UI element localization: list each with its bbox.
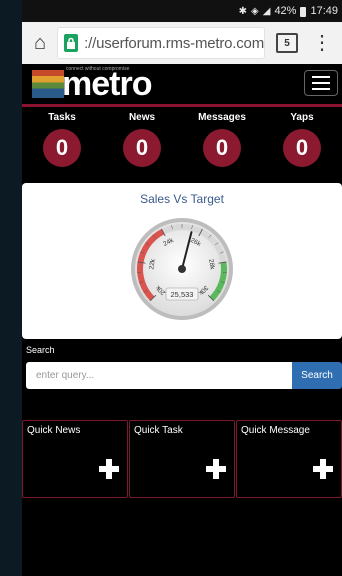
bluetooth-icon: ✱ — [238, 5, 248, 17]
sales-gauge-card: Sales Vs Target 20k 22k 24k 26k 28k 30k 25,53… — [22, 183, 342, 339]
browser-toolbar: ⌂ ://userforum.rms-metro.com 5 ⋮ — [22, 22, 342, 64]
stat-label: News — [128, 112, 156, 123]
signal-icon: ◢ — [262, 5, 271, 17]
site-header: metro connect without compromise — [22, 64, 342, 104]
tile-label: Quick News — [27, 425, 81, 436]
hamburger-line — [312, 88, 330, 90]
battery-level: 42% — [274, 5, 297, 17]
quick-task-tile[interactable]: Quick Task — [129, 420, 235, 498]
logo-mark-icon — [32, 70, 64, 98]
plus-icon — [99, 459, 119, 479]
status-bar: ✱ ◈ ◢ 42% 17:49 — [22, 0, 342, 22]
plus-icon — [313, 459, 333, 479]
nav-menu-button[interactable] — [304, 70, 338, 96]
home-icon[interactable]: ⌂ — [22, 32, 58, 55]
sales-gauge: 20k22k24k 26k28k30k 25,533 — [131, 218, 233, 320]
stat-count-badge: 0 — [43, 129, 81, 167]
metro-logo[interactable]: metro — [32, 65, 152, 103]
url-text: ://userforum.rms-metro.com — [84, 34, 264, 52]
search-input[interactable]: enter query... — [26, 362, 292, 389]
hamburger-line — [312, 76, 330, 78]
header-divider — [22, 104, 342, 107]
stat-tasks[interactable]: Tasks 0 — [22, 110, 102, 176]
address-bar[interactable]: ://userforum.rms-metro.com — [58, 28, 264, 58]
gauge-hub — [178, 265, 186, 273]
stats-row: Tasks 0 News 0 Messages 0 Yaps 0 — [22, 110, 342, 176]
stat-messages[interactable]: Messages 0 — [182, 110, 262, 176]
gauge-title: Sales Vs Target — [140, 192, 224, 206]
tile-label: Quick Message — [241, 425, 310, 436]
quick-news-tile[interactable]: Quick News — [22, 420, 128, 498]
stat-news[interactable]: News 0 — [102, 110, 182, 176]
overflow-menu-icon[interactable]: ⋮ — [312, 33, 332, 53]
gauge-value: 25,533 — [171, 290, 194, 299]
logo-text: metro — [62, 65, 152, 103]
stat-count-badge: 0 — [203, 129, 241, 167]
stat-yaps[interactable]: Yaps 0 — [262, 110, 342, 176]
plus-icon — [206, 459, 226, 479]
stat-count-badge: 0 — [283, 129, 321, 167]
search-label: Search — [26, 345, 55, 355]
hamburger-line — [312, 82, 330, 84]
wifi-icon: ◈ — [251, 5, 259, 17]
tab-switcher-button[interactable]: 5 — [276, 33, 298, 53]
battery-icon — [300, 7, 307, 17]
lock-icon — [64, 34, 79, 52]
search-button[interactable]: Search — [292, 362, 342, 389]
stat-label: Tasks — [48, 112, 76, 123]
quick-actions: Quick News Quick Task Quick Message — [22, 420, 342, 498]
clock: 17:49 — [310, 5, 338, 17]
stat-label: Yaps — [290, 112, 314, 123]
stat-label: Messages — [198, 112, 246, 123]
tile-label: Quick Task — [134, 425, 183, 436]
logo-tagline: connect without compromise — [66, 66, 130, 72]
quick-message-tile[interactable]: Quick Message — [236, 420, 342, 498]
stat-count-badge: 0 — [123, 129, 161, 167]
app-frame: ✱ ◈ ◢ 42% 17:49 ⌂ ://userforum.rms-metro… — [22, 0, 342, 576]
